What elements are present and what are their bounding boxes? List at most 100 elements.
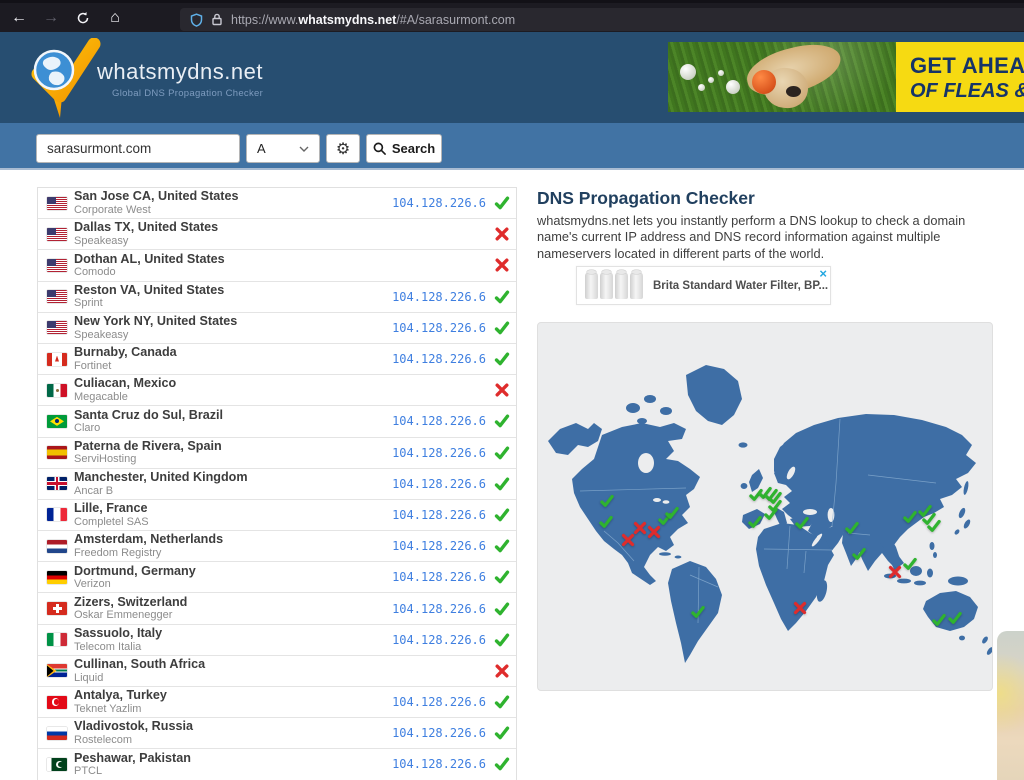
- ad-label: Brita Standard Water Filter, BP...: [653, 280, 828, 292]
- map-check-marker: [903, 557, 918, 572]
- server-row[interactable]: Manchester, United Kingdom Ancar B 104.1…: [38, 469, 516, 500]
- server-row[interactable]: Zizers, Switzerland Oskar Emmenegger 104…: [38, 593, 516, 624]
- ad-headline: GET AHEAD: [910, 53, 1024, 79]
- status-icon: [494, 226, 510, 242]
- resolved-ip: 104.128.226.6: [392, 414, 486, 428]
- server-provider: Comodo: [74, 267, 486, 278]
- server-location: Zizers, Switzerland: [74, 596, 392, 609]
- record-type-select[interactable]: A: [246, 134, 320, 163]
- country-flag-icon: [47, 571, 67, 584]
- resolved-ip: 104.128.226.6: [392, 508, 486, 522]
- server-row[interactable]: Burnaby, Canada Fortinet 104.128.226.6: [38, 344, 516, 375]
- server-row[interactable]: Sassuolo, Italy Telecom Italia 104.128.2…: [38, 625, 516, 656]
- server-location: Antalya, Turkey: [74, 689, 392, 702]
- status-icon: [494, 601, 510, 617]
- server-location: Santa Cruz do Sul, Brazil: [74, 409, 392, 422]
- server-provider: Completel SAS: [74, 517, 392, 528]
- ad-dog-photo: [668, 42, 896, 112]
- brand-name[interactable]: whatsmydns.net: [97, 59, 263, 85]
- resolved-ip: 104.128.226.6: [392, 196, 486, 210]
- country-flag-icon: [47, 290, 67, 303]
- server-row[interactable]: Santa Cruz do Sul, Brazil Claro 104.128.…: [38, 406, 516, 437]
- corner-ad-image[interactable]: [997, 631, 1024, 780]
- server-provider: Liquid: [74, 673, 486, 684]
- server-row[interactable]: Culiacan, Mexico Megacable: [38, 375, 516, 406]
- resolved-ip: 104.128.226.6: [392, 633, 486, 647]
- shield-icon[interactable]: [190, 13, 203, 27]
- map-fail-marker: [647, 525, 662, 540]
- server-row[interactable]: Peshawar, Pakistan PTCL 104.128.226.6: [38, 749, 516, 780]
- country-flag-icon: [47, 758, 67, 771]
- resolved-ip: 104.128.226.6: [392, 352, 486, 366]
- server-provider: ServiHosting: [74, 454, 392, 465]
- country-flag-icon: [47, 540, 67, 553]
- resolved-ip: 104.128.226.6: [392, 321, 486, 335]
- server-provider: Verizon: [74, 579, 392, 590]
- back-button[interactable]: ←: [6, 6, 32, 30]
- browser-window: ← → ⌂ https://www.whatsmydns.net/#A/sara…: [0, 0, 1024, 780]
- server-list: San Jose CA, United States Corporate Wes…: [37, 187, 517, 780]
- ad-close-icon[interactable]: ×: [819, 267, 827, 281]
- lock-icon[interactable]: [211, 13, 223, 26]
- top-ad-banner[interactable]: GET AHEAD OF FLEAS &: [668, 42, 1024, 112]
- map-check-marker: [691, 605, 706, 620]
- country-flag-icon: [47, 321, 67, 334]
- inline-ad[interactable]: Brita Standard Water Filter, BP... ×: [576, 266, 831, 305]
- server-row[interactable]: Dallas TX, United States Speakeasy: [38, 219, 516, 250]
- dog-image: [786, 86, 801, 97]
- server-row[interactable]: Vladivostok, Russia Rostelecom 104.128.2…: [38, 718, 516, 749]
- map-check-marker: [665, 506, 680, 521]
- server-row[interactable]: Dothan AL, United States Comodo: [38, 250, 516, 281]
- status-icon: [494, 725, 510, 741]
- flea-icon: [698, 84, 705, 91]
- chevron-down-icon: [299, 146, 309, 152]
- server-location: Sassuolo, Italy: [74, 627, 392, 640]
- map-check-marker: [599, 515, 614, 530]
- country-flag-icon: [47, 508, 67, 521]
- server-row[interactable]: Cullinan, South Africa Liquid: [38, 656, 516, 687]
- server-row[interactable]: Dortmund, Germany Verizon 104.128.226.6: [38, 562, 516, 593]
- server-location: Reston VA, United States: [74, 284, 392, 297]
- resolved-ip: 104.128.226.6: [392, 539, 486, 553]
- map-check-marker: [845, 521, 860, 536]
- status-icon: [494, 445, 510, 461]
- server-provider: Teknet Yazlim: [74, 704, 392, 715]
- map-fail-marker: [793, 601, 808, 616]
- server-row[interactable]: Paterna de Rivera, Spain ServiHosting 10…: [38, 438, 516, 469]
- server-row[interactable]: Reston VA, United States Sprint 104.128.…: [38, 282, 516, 313]
- home-button[interactable]: ⌂: [102, 6, 128, 30]
- options-button[interactable]: ⚙: [326, 134, 360, 163]
- whatsmydns-logo[interactable]: [26, 38, 104, 120]
- domain-input[interactable]: [36, 134, 240, 163]
- country-flag-icon: [47, 259, 67, 272]
- server-location: Dallas TX, United States: [74, 221, 486, 234]
- url-bar[interactable]: https://www.whatsmydns.net/#A/sarasurmon…: [180, 8, 1024, 31]
- ad-text-panel: GET AHEAD OF FLEAS &: [896, 42, 1024, 112]
- server-row[interactable]: Amsterdam, Netherlands Freedom Registry …: [38, 531, 516, 562]
- country-flag-icon: [47, 477, 67, 490]
- flea-icon: [680, 64, 696, 80]
- water-filter-image: [615, 272, 628, 299]
- resolved-ip: 104.128.226.6: [392, 757, 486, 771]
- server-row[interactable]: Lille, France Completel SAS 104.128.226.…: [38, 500, 516, 531]
- resolved-ip: 104.128.226.6: [392, 446, 486, 460]
- server-location: Manchester, United Kingdom: [74, 471, 392, 484]
- server-row[interactable]: New York NY, United States Speakeasy 104…: [38, 313, 516, 344]
- country-flag-icon: [47, 602, 67, 615]
- water-filter-image: [600, 272, 613, 299]
- forward-button[interactable]: →: [38, 6, 64, 30]
- server-location: Amsterdam, Netherlands: [74, 533, 392, 546]
- server-row[interactable]: Antalya, Turkey Teknet Yazlim 104.128.22…: [38, 687, 516, 718]
- server-provider: Claro: [74, 423, 392, 434]
- server-provider: Fortinet: [74, 361, 392, 372]
- map-check-marker: [932, 613, 947, 628]
- reload-button[interactable]: [70, 6, 96, 30]
- country-flag-icon: [47, 197, 67, 210]
- page-description: whatsmydns.net lets you instantly perfor…: [537, 213, 989, 262]
- search-button-label: Search: [392, 141, 435, 156]
- server-location: Burnaby, Canada: [74, 346, 392, 359]
- search-button[interactable]: Search: [366, 134, 442, 163]
- map-check-marker: [764, 507, 779, 522]
- server-location: New York NY, United States: [74, 315, 392, 328]
- server-row[interactable]: San Jose CA, United States Corporate Wes…: [38, 188, 516, 219]
